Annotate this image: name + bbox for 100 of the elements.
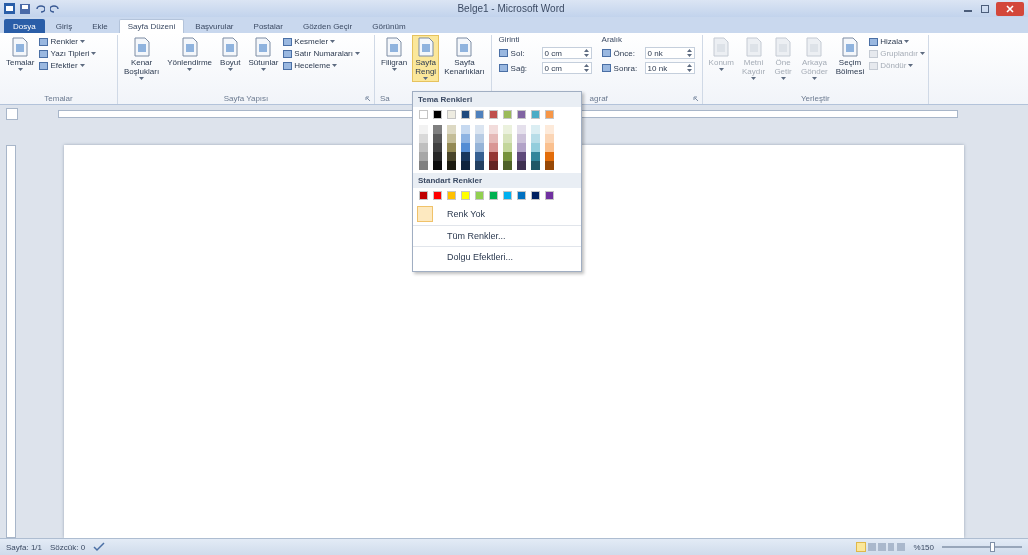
ribbon-tab[interactable]: Sayfa Düzeni	[118, 19, 185, 33]
color-swatch[interactable]	[503, 110, 512, 119]
ribbon-tab[interactable]: Gözden Geçir	[293, 19, 362, 33]
color-swatch[interactable]	[545, 161, 554, 170]
color-swatch[interactable]	[503, 134, 512, 143]
word-count[interactable]: Sözcük: 0	[50, 542, 86, 552]
color-swatch[interactable]	[503, 161, 512, 170]
color-swatch[interactable]	[503, 125, 512, 134]
color-swatch[interactable]	[461, 134, 470, 143]
spin-field[interactable]: 0 cm	[541, 62, 592, 74]
color-swatch[interactable]	[517, 152, 526, 161]
color-swatch[interactable]	[531, 143, 540, 152]
color-swatch[interactable]	[475, 152, 484, 161]
color-swatch[interactable]	[447, 125, 456, 134]
color-swatch[interactable]	[461, 191, 470, 200]
ribbon-button[interactable]: Renkler	[39, 37, 97, 46]
color-swatch[interactable]	[447, 152, 456, 161]
color-swatch[interactable]	[447, 143, 456, 152]
color-swatch[interactable]	[489, 152, 498, 161]
color-swatch[interactable]	[531, 110, 540, 119]
ribbon-button[interactable]: Sayfa Rengi	[412, 35, 440, 82]
color-swatch[interactable]	[419, 191, 428, 200]
ribbon-button[interactable]: Sayfa Kenarlıkları	[441, 35, 488, 78]
dialog-launcher-icon[interactable]	[692, 96, 699, 102]
color-swatch[interactable]	[475, 191, 484, 200]
color-swatch[interactable]	[517, 134, 526, 143]
color-swatch[interactable]	[503, 152, 512, 161]
color-swatch[interactable]	[489, 191, 498, 200]
color-swatch[interactable]	[475, 143, 484, 152]
spin-field[interactable]: 10 nk	[644, 62, 695, 74]
color-swatch[interactable]	[461, 110, 470, 119]
color-swatch[interactable]	[489, 161, 498, 170]
color-swatch[interactable]	[517, 125, 526, 134]
color-swatch[interactable]	[545, 143, 554, 152]
menu-item[interactable]: Tüm Renkler...	[413, 225, 581, 246]
word-logo-icon[interactable]	[4, 3, 15, 14]
ribbon-tab[interactable]: Dosya	[4, 19, 45, 33]
ribbon-button[interactable]: Yazı Tipleri	[39, 49, 97, 58]
spin-field[interactable]: 0 nk	[644, 47, 695, 59]
ribbon-button[interactable]: Kenar Boşlukları	[121, 35, 163, 82]
color-swatch[interactable]	[531, 191, 540, 200]
color-swatch[interactable]	[433, 152, 442, 161]
page-count[interactable]: Sayfa: 1/1	[6, 542, 43, 552]
color-swatch[interactable]	[447, 110, 456, 119]
color-swatch[interactable]	[433, 134, 442, 143]
ribbon-button[interactable]: Filigran	[378, 35, 411, 73]
ribbon-button[interactable]: Seçim Bölmesi	[832, 35, 868, 78]
color-swatch[interactable]	[517, 110, 526, 119]
ribbon-tab[interactable]: Ekle	[83, 19, 117, 33]
color-swatch[interactable]	[489, 143, 498, 152]
color-swatch[interactable]	[517, 143, 526, 152]
color-swatch[interactable]	[433, 110, 442, 119]
color-swatch[interactable]	[517, 191, 526, 200]
color-swatch[interactable]	[489, 125, 498, 134]
ribbon-button[interactable]: Satır Numaraları	[283, 49, 360, 58]
zoom-level[interactable]: %150	[913, 542, 934, 552]
ribbon-button[interactable]: Kesmeler	[283, 37, 360, 46]
color-swatch[interactable]	[475, 125, 484, 134]
color-swatch[interactable]	[419, 152, 428, 161]
ribbon-tab[interactable]: Görünüm	[363, 19, 415, 33]
color-swatch[interactable]	[433, 191, 442, 200]
color-swatch[interactable]	[489, 110, 498, 119]
ribbon-tab[interactable]: Giriş	[46, 19, 82, 33]
ribbon-button[interactable]: Hizala	[869, 37, 925, 46]
color-swatch[interactable]	[447, 191, 456, 200]
close-icon[interactable]	[996, 1, 1024, 16]
color-swatch[interactable]	[531, 125, 540, 134]
color-swatch[interactable]	[531, 152, 540, 161]
spin-field[interactable]: 0 cm	[541, 47, 592, 59]
color-swatch[interactable]	[461, 152, 470, 161]
color-swatch[interactable]	[433, 143, 442, 152]
color-swatch[interactable]	[419, 134, 428, 143]
color-swatch[interactable]	[433, 161, 442, 170]
color-swatch[interactable]	[531, 134, 540, 143]
color-swatch[interactable]	[503, 191, 512, 200]
color-swatch[interactable]	[545, 134, 554, 143]
color-swatch[interactable]	[475, 110, 484, 119]
ribbon-button[interactable]: Sütunlar	[245, 35, 282, 73]
undo-icon[interactable]	[35, 3, 45, 14]
menu-item[interactable]: Renk Yok	[413, 203, 581, 225]
color-swatch[interactable]	[489, 134, 498, 143]
view-buttons-icon[interactable]	[855, 542, 906, 552]
color-swatch[interactable]	[419, 143, 428, 152]
color-swatch[interactable]	[545, 110, 554, 119]
redo-icon[interactable]	[50, 3, 60, 14]
color-swatch[interactable]	[545, 152, 554, 161]
color-swatch[interactable]	[461, 125, 470, 134]
color-swatch[interactable]	[419, 110, 428, 119]
color-swatch[interactable]	[447, 161, 456, 170]
color-swatch[interactable]	[419, 161, 428, 170]
save-icon[interactable]	[20, 3, 30, 14]
proofing-icon[interactable]	[93, 542, 106, 552]
color-swatch[interactable]	[545, 125, 554, 134]
color-swatch[interactable]	[545, 191, 554, 200]
ribbon-button[interactable]: Temalar	[3, 35, 38, 73]
color-swatch[interactable]	[503, 143, 512, 152]
zoom-thumb[interactable]	[989, 542, 995, 552]
dialog-launcher-icon[interactable]	[365, 96, 371, 102]
ribbon-button[interactable]: Heceleme	[283, 61, 360, 70]
color-swatch[interactable]	[531, 161, 540, 170]
